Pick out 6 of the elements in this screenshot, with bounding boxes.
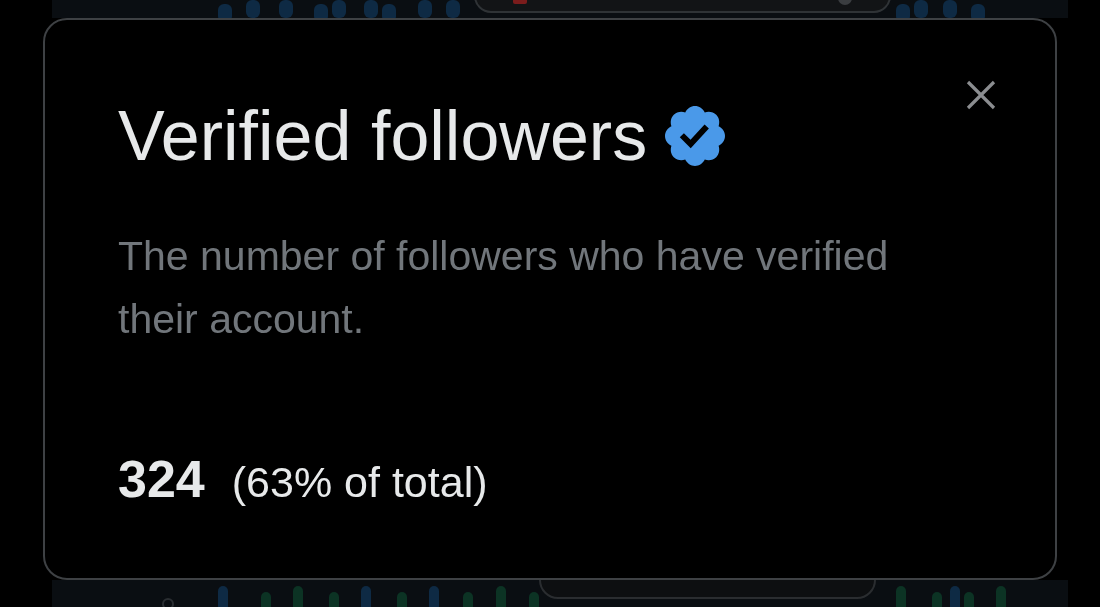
verified-follower-count: 324 <box>118 449 205 509</box>
share-of-total: (63% of total) <box>231 457 488 508</box>
dialog-description: The number of followers who have verified their account. <box>118 232 890 344</box>
dialog-title: Verified followers <box>118 96 648 176</box>
close-icon <box>966 80 996 110</box>
close-button[interactable] <box>964 78 998 112</box>
